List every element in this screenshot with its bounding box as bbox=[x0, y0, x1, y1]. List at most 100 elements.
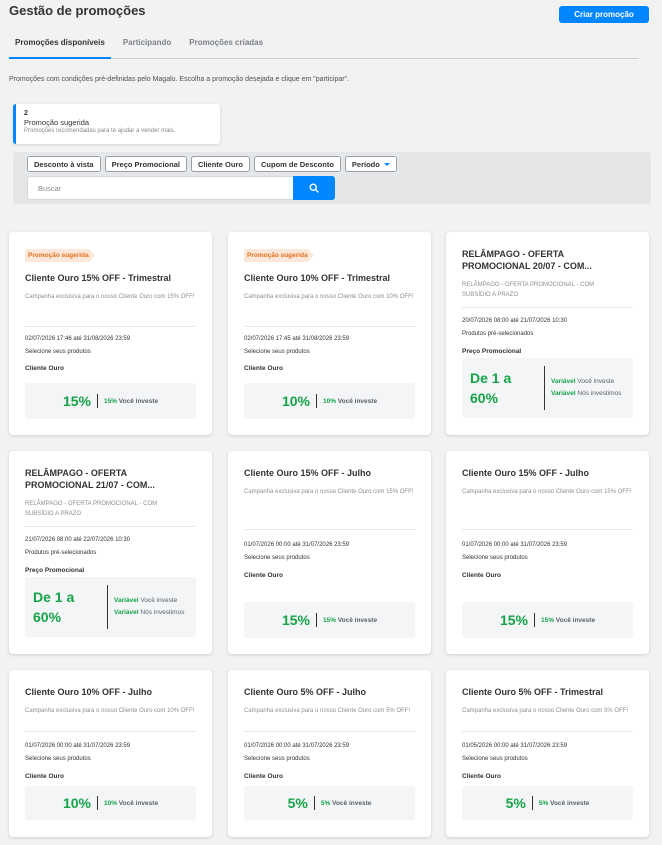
card-dates: 01/07/2026 00:00 até 31/07/2026 23:59 bbox=[244, 743, 350, 749]
filter-chip-cupom-de-desconto[interactable]: Cupom de Desconto bbox=[253, 156, 341, 172]
discount-percent: 10% bbox=[62, 795, 91, 811]
card-description: Campanha exclusiva para o nosso Cliente … bbox=[244, 489, 414, 495]
search-input[interactable] bbox=[27, 176, 294, 200]
card-promo-type: Preço Promocional bbox=[25, 567, 85, 574]
card-description: Campanha exclusiva para o nosso Cliente … bbox=[244, 294, 414, 300]
search-button[interactable] bbox=[293, 176, 335, 200]
filter-chip-periodo[interactable]: Período bbox=[344, 156, 397, 172]
promotion-card[interactable]: Promoção sugerida Cliente Ouro 15% OFF -… bbox=[9, 232, 212, 435]
card-title: Cliente Ouro 5% OFF - Julho bbox=[244, 687, 367, 697]
page-header: Gestão de promoções Criar promoção Promo… bbox=[0, 0, 662, 212]
card-divider bbox=[25, 526, 196, 527]
card-description: Campanha exclusiva para o nosso Cliente … bbox=[244, 708, 411, 714]
promotion-card[interactable]: Cliente Ouro 15% OFF - Julho Campanha ex… bbox=[228, 451, 431, 654]
card-divider bbox=[25, 731, 196, 732]
filter-chip-preco-promocional[interactable]: Preço Promocional bbox=[104, 156, 187, 172]
suggested-badge: Promoção sugerida bbox=[244, 249, 314, 262]
card-description: Campanha exclusiva para o nosso Cliente … bbox=[462, 708, 629, 714]
invest-label: Você investe bbox=[118, 397, 159, 405]
filter-chip-periodo-label: Período bbox=[351, 159, 380, 169]
tab-participating[interactable]: Participando bbox=[117, 32, 177, 58]
suggested-badge: Promoção sugerida bbox=[25, 249, 95, 262]
promotion-card[interactable]: Cliente Ouro 5% OFF - Trimestral Campanh… bbox=[446, 670, 649, 837]
invest-percent: 5% bbox=[538, 799, 549, 807]
card-divider bbox=[244, 326, 415, 327]
tabs: Promoções disponíveis Participando Promo… bbox=[9, 32, 639, 59]
promotion-card[interactable]: Cliente Ouro 5% OFF - Julho Campanha exc… bbox=[228, 670, 431, 837]
card-promo-type: Cliente Ouro bbox=[462, 773, 502, 780]
discount-box: 10% 10% Você investe bbox=[244, 383, 415, 419]
magalu-invest-label: Nós investimos bbox=[577, 389, 622, 397]
card-description: Campanha exclusiva para o nosso Cliente … bbox=[462, 489, 632, 495]
create-promotion-button[interactable]: Criar promoção bbox=[559, 6, 649, 23]
tab-created[interactable]: Promoções criadas bbox=[183, 32, 269, 58]
card-dates: 01/07/2026 00:00 até 31/07/2026 23:59 bbox=[25, 743, 131, 749]
promotion-card[interactable]: Cliente Ouro 15% OFF - Julho Campanha ex… bbox=[446, 451, 649, 654]
promotion-card[interactable]: Cliente Ouro 10% OFF - Julho Campanha ex… bbox=[9, 670, 212, 837]
filter-panel: Desconto à vista Preço Promocional Clien… bbox=[13, 152, 651, 204]
invest-info: 5% Você investe bbox=[539, 800, 589, 807]
invest-percent: 10% bbox=[103, 799, 117, 807]
card-promo-type: Cliente Ouro bbox=[25, 365, 65, 372]
invest-percent: 5% bbox=[320, 799, 331, 807]
discount-box: 15% 15% Você investe bbox=[462, 602, 633, 638]
divider bbox=[544, 366, 545, 410]
divider bbox=[533, 613, 535, 627]
discount-range-box: De 1 a 60% Variável Você investe Variáve… bbox=[25, 577, 196, 637]
card-promo-type: Cliente Ouro bbox=[244, 773, 284, 780]
card-selection-mode: Selecione seus produtos bbox=[244, 349, 310, 355]
card-divider bbox=[462, 529, 633, 530]
invest-percent: 15% bbox=[540, 616, 554, 624]
divider bbox=[107, 585, 108, 629]
discount-percent: 5% bbox=[287, 795, 308, 811]
card-title: Cliente Ouro 10% OFF - Trimestral bbox=[244, 273, 391, 283]
suggested-count: 2 bbox=[24, 110, 28, 117]
card-divider bbox=[244, 529, 415, 530]
card-selection-mode: Selecione seus produtos bbox=[244, 555, 310, 561]
filter-chips: Desconto à vista Preço Promocional Clien… bbox=[27, 156, 397, 172]
card-dates: 20/07/2026 08:00 até 21/07/2026 10:30 bbox=[462, 318, 568, 324]
seller-invest-label: Você investe bbox=[577, 378, 615, 385]
divider bbox=[313, 796, 315, 810]
invest-label: Você investe bbox=[118, 799, 159, 807]
filter-chip-desconto-a-vista[interactable]: Desconto à vista bbox=[27, 156, 101, 172]
discount-percent: 15% bbox=[281, 612, 310, 628]
card-promo-type: Cliente Ouro bbox=[25, 773, 65, 780]
invest-info: 15% Você investe bbox=[323, 617, 377, 624]
invest-info: 10% Você investe bbox=[104, 800, 158, 807]
card-selection-mode: Selecione seus produtos bbox=[462, 756, 528, 762]
divider bbox=[531, 796, 533, 810]
magalu-invest-type: Variável bbox=[551, 389, 576, 397]
page-description: Promoções com condições pré-definidas pe… bbox=[9, 76, 349, 83]
card-dates: 01/05/2026 00:00 até 31/07/2026 23:59 bbox=[462, 743, 568, 749]
suggested-promotion-box[interactable]: 2 Promoção sugerida Promoções recomendad… bbox=[13, 104, 220, 144]
tab-available[interactable]: Promoções disponíveis bbox=[9, 32, 111, 59]
divider bbox=[315, 394, 317, 408]
card-title: Cliente Ouro 15% OFF - Trimestral bbox=[25, 273, 172, 283]
invest-info: 15% Você investe bbox=[541, 617, 595, 624]
card-title: Cliente Ouro 10% OFF - Julho bbox=[25, 687, 153, 697]
invest-info: Variável Você investe Variável Nós inves… bbox=[551, 378, 621, 398]
magalu-invest-type: Variável bbox=[114, 608, 139, 616]
card-title: Cliente Ouro 15% OFF - Julho bbox=[244, 468, 372, 478]
card-promo-type: Cliente Ouro bbox=[244, 365, 284, 372]
card-title: Cliente Ouro 5% OFF - Trimestral bbox=[462, 687, 604, 697]
promotion-card[interactable]: RELÂMPAGO - OFERTA PROMOCIONAL 21/07 - C… bbox=[9, 451, 212, 654]
promotion-card[interactable]: Promoção sugerida Cliente Ouro 10% OFF -… bbox=[228, 232, 431, 435]
filter-chip-cliente-ouro[interactable]: Cliente Ouro bbox=[190, 156, 250, 172]
seller-invest-type: Variável bbox=[114, 597, 139, 604]
card-selection-mode: Produtos pré-selecionados bbox=[462, 331, 534, 337]
card-promo-type: Preço Promocional bbox=[462, 348, 522, 355]
card-selection-mode: Selecione seus produtos bbox=[244, 756, 310, 762]
card-dates: 21/07/2026 08:00 até 22/07/2026 10:30 bbox=[25, 537, 131, 543]
discount-range: De 1 a 60% bbox=[470, 370, 512, 406]
invest-percent: 15% bbox=[322, 616, 336, 624]
divider bbox=[315, 613, 317, 627]
promotion-card[interactable]: RELÂMPAGO - OFERTA PROMOCIONAL 20/07 - C… bbox=[446, 232, 649, 435]
invest-label: Você investe bbox=[337, 616, 378, 624]
card-dates: 01/07/2026 00:00 até 31/07/2026 23:59 bbox=[244, 542, 350, 548]
suggested-title: Promoção sugerida bbox=[24, 118, 90, 127]
discount-range-box: De 1 a 60% Variável Você investe Variáve… bbox=[462, 358, 633, 418]
card-divider bbox=[462, 731, 633, 732]
search-icon bbox=[309, 183, 319, 193]
